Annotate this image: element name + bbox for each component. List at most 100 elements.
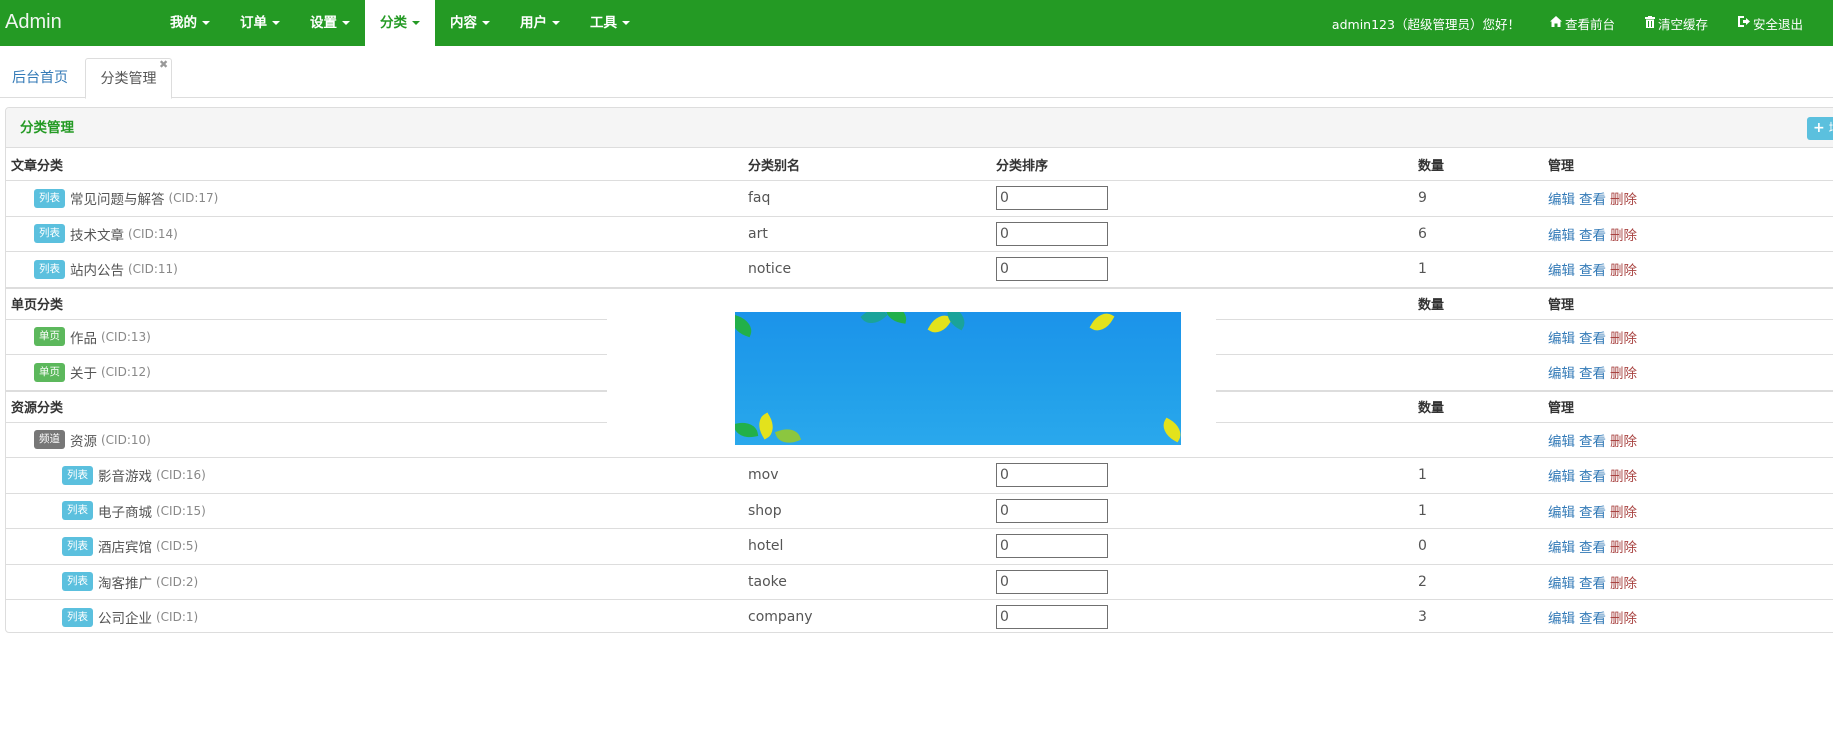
nav-item-categories[interactable]: 分类 xyxy=(365,0,435,46)
column-header-count: 数量 xyxy=(1418,401,1445,416)
edit-link[interactable]: 编辑 xyxy=(1548,536,1575,556)
view-frontend-link[interactable]: 查看前台 xyxy=(1549,14,1615,33)
delete-link[interactable]: 删除 xyxy=(1610,430,1637,450)
edit-link[interactable]: 编辑 xyxy=(1548,259,1575,279)
column-header-count: 数量 xyxy=(1418,298,1445,313)
nav-item-content[interactable]: 内容 xyxy=(435,0,505,46)
user-area: admin123（超级管理员）您好！ 查看前台 清空缓存 安全退出 xyxy=(1332,0,1833,46)
column-header-manage: 管理 xyxy=(1548,401,1575,416)
view-link[interactable]: 查看 xyxy=(1579,362,1606,382)
banner-image[interactable] xyxy=(735,312,1181,445)
view-link[interactable]: 查看 xyxy=(1579,430,1606,450)
view-link[interactable]: 查看 xyxy=(1579,465,1606,485)
category-type-badge: 列表 xyxy=(62,501,93,521)
category-name: 影音游戏 xyxy=(98,469,152,486)
sort-order-input[interactable] xyxy=(996,221,1108,246)
section-header-row: 文章分类 分类别名 分类排序 数量 管理 xyxy=(6,148,1833,180)
section-title: 单页分类 xyxy=(11,298,64,313)
logout-link[interactable]: 安全退出 xyxy=(1737,14,1803,33)
category-alias: hotel xyxy=(748,538,784,555)
table-row: 列表 电子商城 (CID:15) shop 1 编辑 查看 删除 xyxy=(6,492,1833,529)
nav-label: 我的 xyxy=(170,15,197,31)
category-name-cell: 单页 作品 (CID:13) xyxy=(11,320,151,355)
table-row: 列表 酒店宾馆 (CID:5) hotel 0 编辑 查看 删除 xyxy=(6,528,1833,564)
view-link[interactable]: 查看 xyxy=(1579,501,1606,521)
delete-link[interactable]: 删除 xyxy=(1610,188,1637,208)
manage-actions: 编辑 查看 删除 xyxy=(1548,458,1641,493)
category-type-badge: 列表 xyxy=(62,465,93,485)
category-name: 公司企业 xyxy=(98,611,152,628)
edit-link[interactable]: 编辑 xyxy=(1548,327,1575,347)
nav-item-mine[interactable]: 我的 xyxy=(155,0,225,46)
add-category-button[interactable]: + 增加分类 xyxy=(1807,117,1833,140)
sort-order-input[interactable] xyxy=(996,498,1108,523)
sort-order-input[interactable] xyxy=(996,605,1108,630)
category-name-cell: 列表 站内公告 (CID:11) xyxy=(11,252,178,287)
view-link[interactable]: 查看 xyxy=(1579,327,1606,347)
category-name-cell: 列表 常见问题与解答 (CID:17) xyxy=(11,181,218,216)
sort-order-input[interactable] xyxy=(996,186,1108,211)
category-name-cell: 列表 电子商城 (CID:15) xyxy=(11,494,206,529)
brand-logo[interactable]: Admin xyxy=(5,0,62,46)
sort-order-input[interactable] xyxy=(996,534,1108,559)
manage-actions: 编辑 查看 删除 xyxy=(1548,529,1641,564)
trash-icon xyxy=(1644,15,1655,31)
clear-cache-link[interactable]: 清空缓存 xyxy=(1644,14,1708,33)
view-link[interactable]: 查看 xyxy=(1579,224,1606,244)
nav-item-orders[interactable]: 订单 xyxy=(225,0,295,46)
delete-link[interactable]: 删除 xyxy=(1610,607,1637,627)
view-link[interactable]: 查看 xyxy=(1579,607,1606,627)
nav-item-users[interactable]: 用户 xyxy=(505,0,575,46)
edit-link[interactable]: 编辑 xyxy=(1548,430,1575,450)
delete-link[interactable]: 删除 xyxy=(1610,327,1637,347)
caret-down-icon xyxy=(342,21,350,25)
delete-link[interactable]: 删除 xyxy=(1610,501,1637,521)
panel-header: 分类管理 + 增加分类 xyxy=(6,108,1833,148)
caret-down-icon xyxy=(412,21,420,25)
edit-link[interactable]: 编辑 xyxy=(1548,465,1575,485)
nav-item-settings[interactable]: 设置 xyxy=(295,0,365,46)
manage-actions: 编辑 查看 删除 xyxy=(1548,600,1641,632)
view-link[interactable]: 查看 xyxy=(1579,188,1606,208)
delete-link[interactable]: 删除 xyxy=(1610,224,1637,244)
delete-link[interactable]: 删除 xyxy=(1610,362,1637,382)
view-link[interactable]: 查看 xyxy=(1579,572,1606,592)
category-type-badge: 列表 xyxy=(34,188,65,208)
view-link[interactable]: 查看 xyxy=(1579,536,1606,556)
manage-actions: 编辑 查看 删除 xyxy=(1548,565,1641,600)
column-header-count: 数量 xyxy=(1418,158,1445,174)
tab-dashboard[interactable]: 后台首页 xyxy=(0,58,80,99)
leaf-decoration xyxy=(1158,417,1181,443)
category-name: 电子商城 xyxy=(98,504,152,521)
edit-link[interactable]: 编辑 xyxy=(1548,362,1575,382)
caret-down-icon xyxy=(272,21,280,25)
category-count: 1 xyxy=(1418,261,1427,278)
delete-link[interactable]: 删除 xyxy=(1610,536,1637,556)
manage-actions: 编辑 查看 删除 xyxy=(1548,355,1641,390)
delete-link[interactable]: 删除 xyxy=(1610,259,1637,279)
edit-link[interactable]: 编辑 xyxy=(1548,188,1575,208)
nav-label: 用户 xyxy=(520,15,547,31)
table-row: 列表 影音游戏 (CID:16) mov 1 编辑 查看 删除 xyxy=(6,457,1833,493)
caret-down-icon xyxy=(552,21,560,25)
sort-order-input[interactable] xyxy=(996,463,1108,488)
edit-link[interactable]: 编辑 xyxy=(1548,607,1575,627)
category-id: (CID:11) xyxy=(128,262,178,277)
edit-link[interactable]: 编辑 xyxy=(1548,501,1575,521)
delete-link[interactable]: 删除 xyxy=(1610,465,1637,485)
top-navbar: Admin 我的 订单 设置 分类 内容 用户 工具 admin123（超级管理… xyxy=(0,0,1833,46)
logout-icon xyxy=(1737,16,1750,30)
table-row: 列表 淘客推广 (CID:2) taoke 2 编辑 查看 删除 xyxy=(6,563,1833,600)
category-id: (CID:16) xyxy=(156,468,206,483)
nav-item-tools[interactable]: 工具 xyxy=(575,0,645,46)
close-tab-icon[interactable]: ✖ xyxy=(159,58,168,72)
sort-order-input[interactable] xyxy=(996,257,1108,282)
clear-cache-label: 清空缓存 xyxy=(1657,16,1708,32)
edit-link[interactable]: 编辑 xyxy=(1548,224,1575,244)
edit-link[interactable]: 编辑 xyxy=(1548,572,1575,592)
view-link[interactable]: 查看 xyxy=(1579,259,1606,279)
category-alias: mov xyxy=(748,467,779,484)
category-name: 站内公告 xyxy=(70,263,124,280)
sort-order-input[interactable] xyxy=(996,569,1108,594)
delete-link[interactable]: 删除 xyxy=(1610,572,1637,592)
